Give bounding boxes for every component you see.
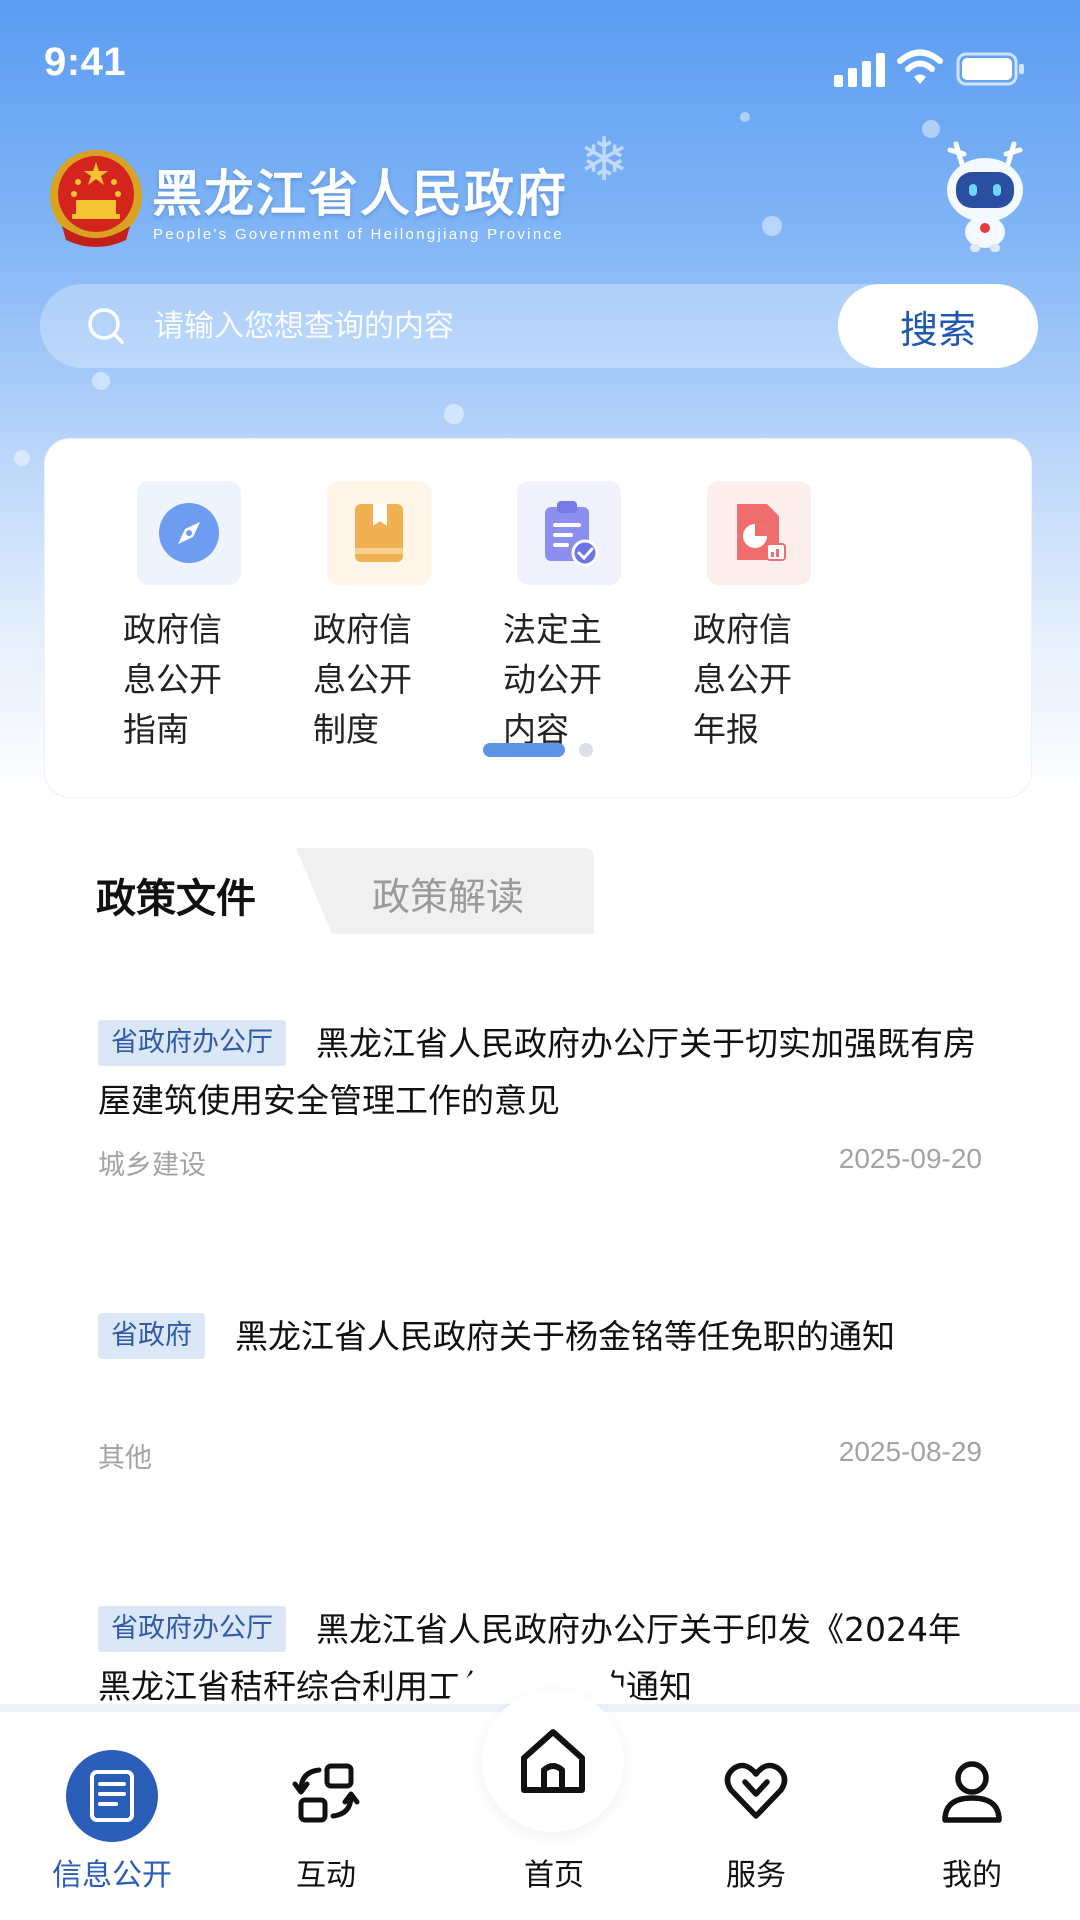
article-date: 2025-08-29 [838,1436,982,1467]
article-category: 其他 [98,1443,152,1474]
search-button[interactable]: 搜索 [838,284,1038,368]
quick-link-info-guide[interactable]: 政府信息公开指南 [45,481,245,751]
nav-label: 互动 [296,1858,356,1893]
quick-link-label: 政府信息公开制度 [313,610,412,749]
article-meta: 城乡建设 2025-09-20 [98,1143,982,1182]
article-headline: 省政府 黑龙江省人民政府关于杨金铭等任免职的通知 [98,1308,982,1365]
book-icon [355,504,403,562]
tab-policy-interpretation[interactable]: 政策解读 [296,848,594,934]
quick-links-card: 政府信息公开指南 政府信息公开制度 法定主动公开内容 政府信息公开年报 [44,438,1032,798]
assistant-robot-icon[interactable] [942,140,1028,252]
heart-icon [724,1762,788,1819]
compass-icon [159,503,219,563]
nav-label: 信息公开 [52,1858,172,1893]
nav-info-public[interactable]: 信息公开 [32,1738,192,1908]
nav-profile[interactable]: 我的 [892,1738,1052,1908]
article-date: 2025-09-20 [838,1143,982,1174]
article-meta: 其他 2025-08-29 [98,1436,982,1475]
signal-icon [834,53,886,87]
status-time: 9:41 [44,40,127,84]
article-category: 城乡建设 [98,1150,206,1181]
nav-label: 服务 [726,1858,786,1893]
nav-services[interactable]: 服务 [676,1738,836,1908]
nav-interaction[interactable]: 互动 [246,1738,406,1908]
government-subtitle: People's Government of Heilongjiang Prov… [153,226,564,243]
quick-link-label: 政府信息公开年报 [693,610,792,749]
clipboard-check-icon [545,501,599,567]
quick-link-annual-report[interactable]: 政府信息公开年报 [615,481,815,751]
wifi-icon [897,49,943,84]
nav-home-label: 首页 [524,1858,584,1893]
article-tag: 省政府 [98,1313,205,1359]
battery-icon [956,52,1024,86]
document-icon [66,1750,158,1842]
article-item[interactable]: 省政府办公厅 黑龙江省人民政府办公厅关于切实加强既有房屋建筑使用安全管理工作的意见… [98,1015,982,1185]
nav-home[interactable] [482,1690,624,1832]
user-icon [942,1761,1002,1823]
search-input[interactable] [154,302,714,350]
tab-label: 政策解读 [372,875,525,919]
home-icon [521,1729,585,1793]
search-bar: 搜索 [40,284,1038,368]
pager-dot [579,743,593,757]
interaction-icon [292,1763,360,1823]
quick-link-statutory-content[interactable]: 法定主动公开内容 [425,481,625,751]
article-tag: 省政府办公厅 [98,1020,286,1066]
search-icon [88,308,124,344]
government-title: 黑龙江省人民政府 [152,164,568,223]
nav-label: 我的 [942,1858,1002,1893]
quick-links-pager [483,743,593,757]
report-chart-icon [737,504,786,561]
article-item[interactable]: 省政府 黑龙江省人民政府关于杨金铭等任免职的通知 其他 2025-08-29 [98,1308,982,1478]
article-headline: 省政府办公厅 黑龙江省人民政府办公厅关于切实加强既有房屋建筑使用安全管理工作的意见 [98,1015,982,1129]
article-title: 黑龙江省人民政府关于杨金铭等任免职的通知 [235,1317,895,1356]
quick-link-label: 法定主动公开内容 [503,610,602,749]
tab-policy-documents[interactable]: 政策文件 [96,866,256,924]
quick-link-label: 政府信息公开指南 [123,610,222,749]
national-emblem-icon [50,150,142,247]
snowflake-icon: ❄ [578,125,630,195]
article-tag: 省政府办公厅 [98,1606,286,1652]
quick-link-info-system[interactable]: 政府信息公开制度 [235,481,435,751]
status-bar: 9:41 [0,0,1080,130]
pager-dot-active [483,743,565,757]
